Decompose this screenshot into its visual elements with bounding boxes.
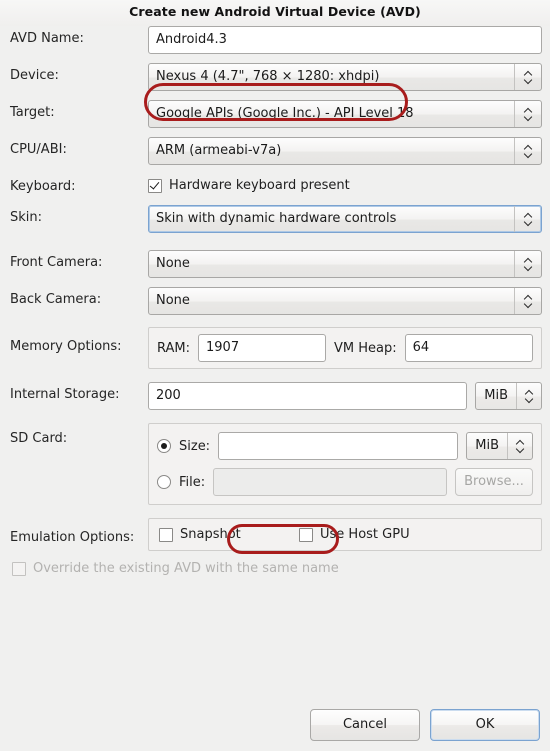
row-back-camera: Back Camera: None	[8, 287, 542, 315]
front-camera-combo[interactable]: None	[148, 250, 542, 278]
hardware-keyboard-label: Hardware keyboard present	[169, 178, 350, 193]
sd-size-unit-spinner[interactable]	[507, 433, 532, 459]
sd-size-radio[interactable]	[157, 439, 171, 453]
sd-browse-button[interactable]: Browse...	[455, 468, 533, 496]
dialog-button-bar: Cancel OK	[310, 709, 540, 741]
keyboard-label: Keyboard:	[10, 179, 76, 194]
vm-heap-label: VM Heap:	[334, 340, 397, 356]
skin-combo-spinner[interactable]	[514, 206, 541, 232]
chevron-down-icon	[516, 447, 525, 452]
sd-file-radio[interactable]	[157, 475, 171, 489]
row-emulation-options: Emulation Options: Snapshot Use Host GPU	[8, 518, 542, 551]
skin-label: Skin:	[10, 210, 43, 225]
row-internal-storage: Internal Storage: 200 MiB	[8, 382, 542, 410]
row-sd-card: SD Card: Size: MiB File: Browse...	[8, 423, 542, 505]
host-gpu-label: Use Host GPU	[320, 527, 410, 542]
row-front-camera: Front Camera: None	[8, 250, 542, 278]
sd-size-unit-value: MiB	[475, 438, 499, 453]
avd-form: AVD Name: Android4.3 Device: Nexus 4 (4.…	[0, 26, 550, 576]
row-override: Override the existing AVD with the same …	[8, 561, 542, 576]
hardware-keyboard-checkbox-row[interactable]: Hardware keyboard present	[148, 178, 542, 193]
device-label: Device:	[10, 68, 59, 83]
sd-file-label: File:	[179, 474, 206, 490]
back-camera-combo-value: None	[156, 293, 190, 308]
row-cpu-abi: CPU/ABI: ARM (armeabi-v7a)	[8, 137, 542, 165]
back-camera-combo[interactable]: None	[148, 287, 542, 315]
sd-size-label: Size:	[179, 438, 211, 454]
internal-storage-unit-combo[interactable]: MiB	[475, 382, 542, 410]
device-combo-value: Nexus 4 (4.7", 768 × 1280: xhdpi)	[156, 69, 380, 84]
cpu-abi-combo-spinner[interactable]	[514, 138, 541, 164]
chevron-down-icon	[524, 265, 533, 270]
row-avd-name: AVD Name: Android4.3	[8, 26, 542, 54]
chevron-down-icon	[524, 115, 533, 120]
internal-storage-unit-value: MiB	[484, 388, 508, 403]
back-camera-label: Back Camera:	[10, 292, 102, 307]
vm-heap-input[interactable]: 64	[404, 334, 533, 362]
chevron-down-icon	[524, 152, 533, 157]
ok-button[interactable]: OK	[430, 709, 540, 741]
cpu-abi-combo-value: ARM (armeabi-v7a)	[156, 143, 282, 158]
checkbox-icon[interactable]	[148, 178, 162, 193]
chevron-down-icon	[524, 302, 533, 307]
cancel-button[interactable]: Cancel	[310, 709, 420, 741]
internal-storage-input[interactable]: 200	[148, 382, 468, 410]
emulation-options-panel: Snapshot Use Host GPU	[148, 518, 542, 551]
target-combo-value: Google APIs (Google Inc.) - API Level 18	[156, 106, 414, 121]
snapshot-label: Snapshot	[180, 527, 241, 542]
override-label: Override the existing AVD with the same …	[33, 561, 339, 576]
dialog-title: Create new Android Virtual Device (AVD)	[0, 0, 550, 26]
device-combo-spinner[interactable]	[514, 64, 541, 90]
host-gpu-checkbox-row[interactable]: Use Host GPU	[299, 527, 410, 542]
row-device: Device: Nexus 4 (4.7", 768 × 1280: xhdpi…	[8, 63, 542, 91]
sd-file-input[interactable]	[213, 468, 447, 496]
target-label: Target:	[10, 105, 55, 120]
target-combo[interactable]: Google APIs (Google Inc.) - API Level 18	[148, 100, 542, 128]
checkbox-icon[interactable]	[159, 527, 173, 542]
skin-combo[interactable]: Skin with dynamic hardware controls	[148, 205, 542, 233]
checkbox-icon	[12, 561, 26, 576]
front-camera-combo-spinner[interactable]	[514, 251, 541, 277]
target-combo-spinner[interactable]	[514, 101, 541, 127]
sd-card-panel: Size: MiB File: Browse...	[148, 423, 542, 505]
chevron-down-icon	[524, 78, 533, 83]
back-camera-combo-spinner[interactable]	[514, 288, 541, 314]
avd-name-label: AVD Name:	[10, 31, 84, 46]
override-checkbox-row: Override the existing AVD with the same …	[12, 561, 542, 576]
chevron-down-icon	[525, 397, 534, 402]
cpu-abi-label: CPU/ABI:	[10, 142, 67, 157]
memory-options-label: Memory Options:	[10, 339, 122, 354]
row-memory-options: Memory Options: RAM: 1907 VM Heap: 64	[8, 327, 542, 369]
internal-storage-label: Internal Storage:	[10, 387, 120, 402]
checkbox-icon[interactable]	[299, 527, 313, 542]
front-camera-combo-value: None	[156, 256, 190, 271]
memory-options-panel: RAM: 1907 VM Heap: 64	[148, 327, 542, 369]
cpu-abi-combo[interactable]: ARM (armeabi-v7a)	[148, 137, 542, 165]
row-keyboard: Keyboard: Hardware keyboard present	[8, 174, 542, 194]
internal-storage-unit-spinner[interactable]	[516, 383, 541, 409]
sd-size-unit-combo[interactable]: MiB	[466, 432, 533, 460]
avd-name-input[interactable]: Android4.3	[148, 26, 542, 54]
snapshot-checkbox-row[interactable]: Snapshot	[159, 527, 299, 542]
sd-size-input[interactable]	[218, 432, 459, 460]
front-camera-label: Front Camera:	[10, 255, 103, 270]
chevron-down-icon	[524, 220, 533, 225]
sd-card-label: SD Card:	[10, 431, 68, 446]
row-target: Target: Google APIs (Google Inc.) - API …	[8, 100, 542, 128]
ram-label: RAM:	[157, 340, 190, 356]
ram-input[interactable]: 1907	[198, 334, 326, 362]
emulation-options-label: Emulation Options:	[10, 530, 135, 545]
row-skin: Skin: Skin with dynamic hardware control…	[8, 205, 542, 233]
skin-combo-value: Skin with dynamic hardware controls	[156, 211, 397, 226]
device-combo[interactable]: Nexus 4 (4.7", 768 × 1280: xhdpi)	[148, 63, 542, 91]
